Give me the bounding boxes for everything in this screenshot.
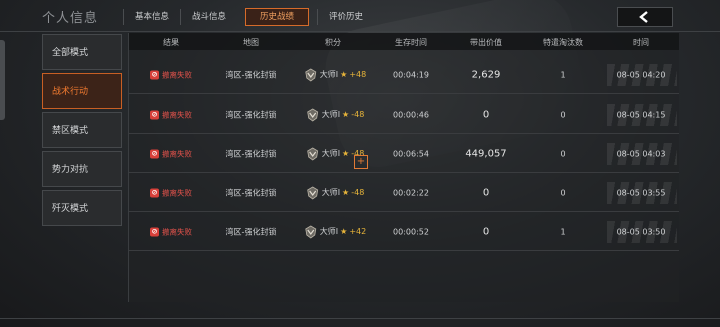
value-cell: 2,629 xyxy=(471,69,501,80)
tab-review-history[interactable]: 评价历史 xyxy=(317,9,374,25)
column-header-map: 地图 xyxy=(243,38,259,47)
result-cell: ⊘ 撤离失败 xyxy=(150,187,192,198)
history-table: 结果 地图 积分 生存时间 带出价值 特遣淘汰数 时间 ⊘ 撤离失败 湾区-强化… xyxy=(128,33,679,302)
rank-badge-icon xyxy=(307,108,319,121)
sidebar-item-tactical-ops[interactable]: 战术行动 xyxy=(42,73,122,109)
score-delta: +48 xyxy=(349,70,367,79)
rank-badge-icon xyxy=(305,225,317,238)
table-row[interactable]: ⊘ 撤离失败 湾区-强化封锁 大师I ★ -48 00:02:22 0 0 08… xyxy=(129,174,679,212)
score-delta: -48 xyxy=(351,188,365,197)
tab-history-record[interactable]: 历史战绩 xyxy=(245,8,310,26)
survival-cell: 00:04:19 xyxy=(393,70,429,79)
column-header-time: 时间 xyxy=(633,38,649,47)
score-delta: +42 xyxy=(349,227,367,236)
fail-icon: ⊘ xyxy=(150,188,159,197)
divider xyxy=(0,318,720,319)
result-cell: ⊘ 撤离失败 xyxy=(150,226,192,237)
survival-cell: 00:06:54 xyxy=(393,149,429,158)
star-icon: ★ xyxy=(340,227,348,236)
column-header-result: 结果 xyxy=(163,38,179,47)
star-icon: ★ xyxy=(342,149,350,158)
back-button[interactable] xyxy=(617,7,673,27)
table-row[interactable]: ⊘ 撤离失败 湾区-强化封锁 大师I ★ +48 00:04:19 2,629 … xyxy=(129,56,679,94)
rank-text: 大师I xyxy=(319,227,339,236)
result-cell: ⊘ 撤离失败 xyxy=(150,69,192,80)
score-cell: 大师I ★ +42 xyxy=(304,225,366,239)
table-row[interactable]: ⊘ 撤离失败 湾区-强化封锁 大师I ★ -48 00:06:54 449,05… xyxy=(129,135,679,173)
fail-icon: ⊘ xyxy=(150,110,159,119)
chevron-left-icon xyxy=(639,11,648,23)
star-icon: ★ xyxy=(342,188,350,197)
score-cell: 大师I ★ -48 xyxy=(306,186,365,200)
column-header-survival: 生存时间 xyxy=(395,38,427,47)
rank-badge-icon xyxy=(305,68,317,81)
star-icon: ★ xyxy=(342,110,350,119)
table-header: 结果 地图 积分 生存时间 带出价值 特遣淘汰数 时间 xyxy=(129,33,679,50)
kills-cell: 0 xyxy=(560,110,566,119)
tab-battle-info[interactable]: 战斗信息 xyxy=(180,9,237,25)
page-title: 个人信息 xyxy=(42,11,99,26)
expand-button[interactable]: + xyxy=(354,155,368,169)
fail-icon: ⊘ xyxy=(150,70,159,79)
column-header-score: 积分 xyxy=(325,38,341,47)
watermark-decoration xyxy=(607,182,677,204)
survival-cell: 00:00:52 xyxy=(393,227,429,236)
rank-text: 大师I xyxy=(321,188,341,197)
star-icon: ★ xyxy=(340,70,348,79)
rank-text: 大师I xyxy=(319,70,339,79)
result-text: 撤离失败 xyxy=(162,227,192,236)
score-delta: -48 xyxy=(351,110,365,119)
sidebar-item-faction-battle[interactable]: 势力对抗 xyxy=(42,151,122,187)
value-cell: 0 xyxy=(482,109,490,120)
map-cell: 湾区-强化封锁 xyxy=(225,70,277,79)
divider xyxy=(0,31,720,32)
watermark-decoration xyxy=(607,143,677,165)
drawer-handle[interactable] xyxy=(0,40,5,120)
result-cell: ⊘ 撤离失败 xyxy=(150,148,192,159)
value-cell: 0 xyxy=(482,187,490,198)
map-cell: 湾区-强化封锁 xyxy=(225,110,277,119)
top-tabs: 基本信息 战斗信息 历史战绩 评价历史 xyxy=(123,8,374,26)
sidebar-item-all-modes[interactable]: 全部模式 xyxy=(42,34,122,70)
kills-cell: 1 xyxy=(560,227,566,236)
result-cell: ⊘ 撤离失败 xyxy=(150,109,192,120)
mode-sidebar: 全部模式 战术行动 禁区模式 势力对抗 歼灭模式 xyxy=(42,34,122,229)
fail-icon: ⊘ xyxy=(150,227,159,236)
rank-badge-icon xyxy=(307,147,319,160)
survival-cell: 00:00:46 xyxy=(393,110,429,119)
kills-cell: 1 xyxy=(560,70,566,79)
map-cell: 湾区-强化封锁 xyxy=(225,188,277,197)
tab-basic-info[interactable]: 基本信息 xyxy=(123,9,180,25)
kills-cell: 0 xyxy=(560,188,566,197)
column-header-value: 带出价值 xyxy=(470,38,502,47)
score-cell: 大师I ★ -48 xyxy=(306,108,365,122)
watermark-decoration xyxy=(607,221,677,243)
table-row[interactable]: ⊘ 撤离失败 湾区-强化封锁 大师I ★ +42 00:00:52 0 1 08… xyxy=(129,213,679,251)
result-text: 撤离失败 xyxy=(162,188,192,197)
rank-text: 大师I xyxy=(321,149,341,158)
value-cell: 0 xyxy=(482,226,490,237)
fail-icon: ⊘ xyxy=(150,149,159,158)
table-row[interactable]: ⊘ 撤离失败 湾区-强化封锁 大师I ★ -48 00:00:46 0 0 08… xyxy=(129,96,679,134)
result-text: 撤离失败 xyxy=(162,149,192,158)
rank-text: 大师I xyxy=(321,110,341,119)
kills-cell: 0 xyxy=(560,149,566,158)
value-cell: 449,057 xyxy=(465,148,507,159)
map-cell: 湾区-强化封锁 xyxy=(225,149,277,158)
column-header-kills: 特遣淘汰数 xyxy=(543,38,583,47)
result-text: 撤离失败 xyxy=(162,70,192,79)
survival-cell: 00:02:22 xyxy=(393,188,429,197)
rank-badge-icon xyxy=(307,186,319,199)
watermark-decoration xyxy=(607,64,677,86)
sidebar-item-annihilation[interactable]: 歼灭模式 xyxy=(42,190,122,226)
map-cell: 湾区-强化封锁 xyxy=(225,227,277,236)
watermark-decoration xyxy=(607,104,677,126)
result-text: 撤离失败 xyxy=(162,110,192,119)
score-cell: 大师I ★ +48 xyxy=(304,68,366,82)
sidebar-item-restricted-zone[interactable]: 禁区模式 xyxy=(42,112,122,148)
top-bar: 个人信息 基本信息 战斗信息 历史战绩 评价历史 xyxy=(0,0,720,32)
